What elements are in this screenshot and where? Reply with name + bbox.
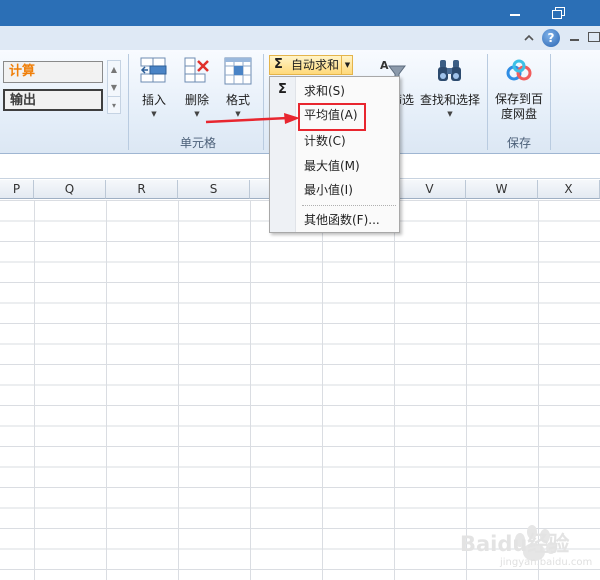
column-header-v[interactable]: V: [394, 180, 466, 199]
autosum-dropdown-icon[interactable]: ▼: [341, 55, 353, 75]
highlight-box: [298, 103, 366, 131]
baidu-cloud-icon: [506, 59, 532, 81]
grid-line: [34, 200, 35, 580]
column-header-w[interactable]: W: [466, 180, 538, 199]
insert-label: 插入: [141, 93, 166, 107]
binoculars-icon: [438, 60, 461, 81]
save-baidu-button[interactable]: 保存到百 度网盘: [492, 56, 546, 122]
help-icon[interactable]: ?: [542, 29, 560, 47]
find-select-button[interactable]: 查找和选择 ▼: [418, 56, 482, 120]
menu-separator: [302, 205, 396, 206]
autosum-label: 自动求和: [291, 58, 340, 72]
menu-icon-strip: Σ: [270, 77, 296, 232]
find-select-label: 查找和选择: [419, 93, 480, 107]
autosum-menu: Σ 求和(S) 平均值(A) 计数(C) 最大值(M) 最小值(I) 其他函数(…: [269, 76, 400, 233]
column-header-q[interactable]: Q: [34, 180, 106, 199]
save-baidu-label-2: 度网盘: [500, 107, 537, 121]
title-bar: [0, 0, 600, 26]
column-header-x[interactable]: X: [538, 180, 600, 199]
autosum-button[interactable]: Σ 自动求和 ▼: [269, 55, 353, 75]
delete-cells-icon: [184, 57, 209, 83]
grid-line: [322, 200, 323, 580]
grid-line: [106, 200, 107, 580]
menu-item-max[interactable]: 最大值(M): [304, 156, 396, 176]
chevron-down-icon[interactable]: ▼: [108, 79, 120, 96]
minimize-icon[interactable]: [506, 4, 524, 20]
workbook-restore-icon[interactable]: [588, 32, 600, 42]
column-header-r[interactable]: R: [106, 180, 178, 199]
save-group-label: 保存: [506, 136, 531, 150]
group-separator: [550, 54, 551, 150]
menu-item-sum[interactable]: 求和(S): [304, 81, 396, 101]
menu-item-more-functions[interactable]: 其他函数(F)...: [304, 210, 396, 230]
menu-item-count[interactable]: 计数(C): [304, 131, 396, 151]
grid-line: [250, 200, 251, 580]
group-separator: [487, 54, 488, 150]
annotation-arrow-icon: [205, 113, 300, 124]
insert-button[interactable]: 插入 ▼: [136, 56, 172, 120]
cells-group-label: 单元格: [179, 136, 216, 150]
format-label: 格式: [225, 93, 250, 107]
grid-line: [178, 200, 179, 580]
cell-style-output[interactable]: 输出: [3, 89, 103, 111]
svg-text:A: A: [380, 59, 389, 72]
watermark-url: jingyan.baidu.com: [500, 557, 593, 568]
column-header-s[interactable]: S: [178, 180, 250, 199]
watermark-brand: Baidu经验: [460, 532, 570, 556]
delete-label: 删除: [184, 93, 209, 107]
find-select-caret-icon: ▼: [447, 110, 453, 118]
format-button[interactable]: 格式 ▼: [221, 56, 255, 120]
gallery-more-icon[interactable]: ▾: [108, 96, 120, 113]
collapse-ribbon-icon[interactable]: [524, 33, 534, 43]
group-separator: [263, 54, 264, 150]
insert-caret-icon: ▼: [151, 110, 157, 118]
grid-line: [394, 200, 395, 580]
restore-icon[interactable]: [549, 4, 567, 20]
delete-button[interactable]: 删除 ▼: [180, 56, 214, 120]
insert-cells-icon: [140, 57, 167, 83]
menu-item-min[interactable]: 最小值(I): [304, 180, 396, 200]
sigma-icon: Σ: [274, 57, 283, 72]
chevron-up-icon[interactable]: ▲: [108, 61, 120, 78]
column-header-p[interactable]: P: [0, 180, 34, 199]
ribbon-tab-row: ?: [0, 26, 600, 50]
sum-sigma-icon: Σ: [278, 82, 287, 97]
group-separator: [128, 54, 129, 150]
save-baidu-label-1: 保存到百: [494, 92, 543, 106]
styles-gallery-scroll[interactable]: ▲ ▼ ▾: [107, 60, 121, 114]
workbook-minimize-icon[interactable]: [570, 32, 580, 42]
cell-style-calc[interactable]: 计算: [3, 61, 103, 83]
format-cells-icon: [224, 57, 252, 85]
